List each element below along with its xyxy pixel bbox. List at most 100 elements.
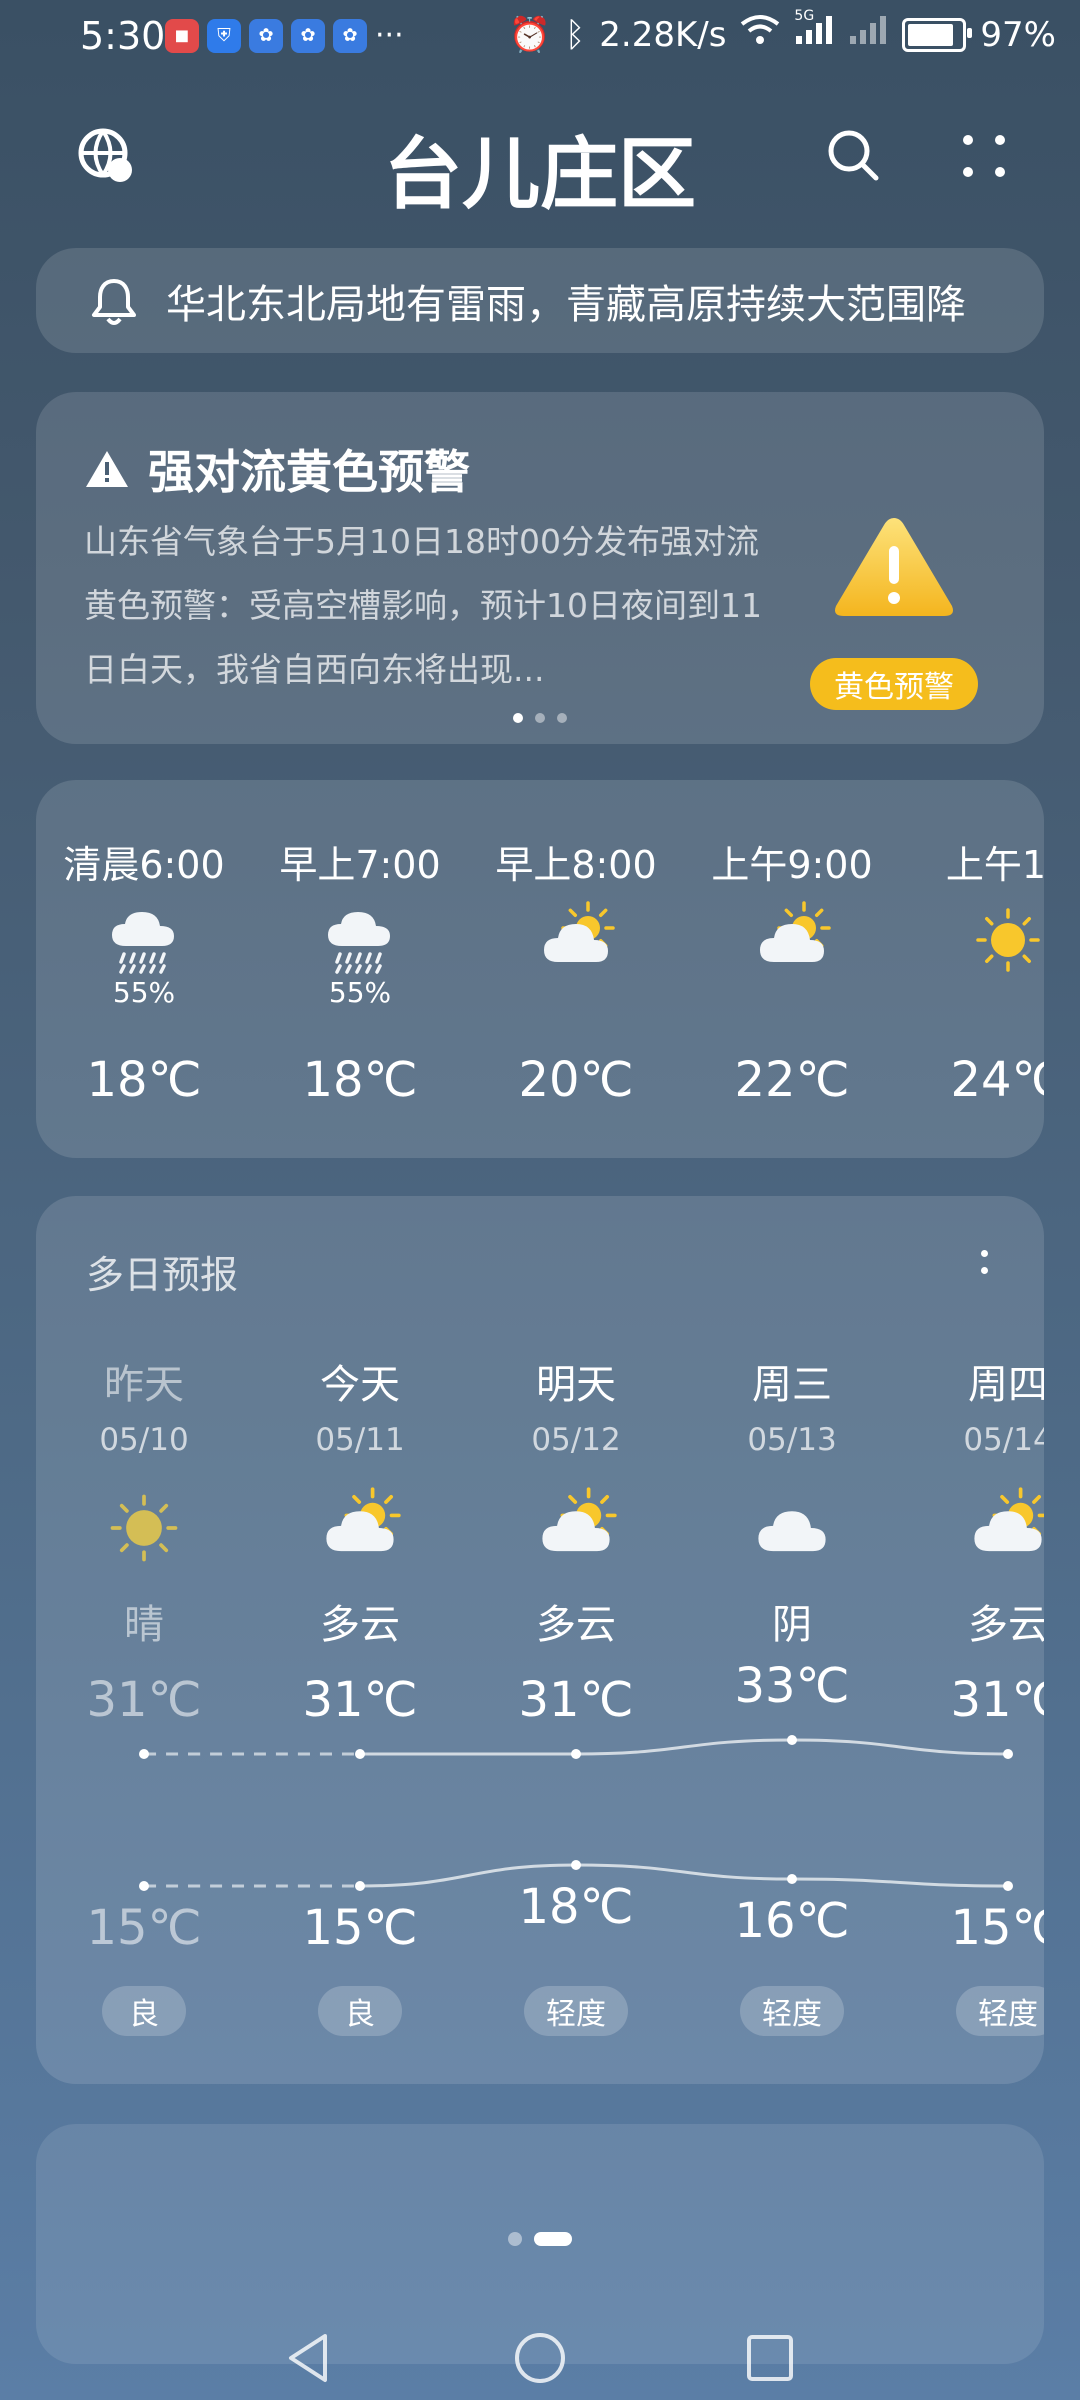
notification-icons: ◼ ⛨ ✿ ✿ ✿ ··· [165, 18, 404, 53]
signal-2-icon [848, 14, 888, 55]
city-title: 台儿庄区 [383, 130, 696, 220]
bluetooth-icon: ᛒ [564, 14, 586, 55]
day-date: 05/13 [747, 1422, 837, 1458]
status-time: 5:30 [80, 14, 166, 58]
warning-icon [86, 451, 128, 487]
baidu-app-icon: ✿ [333, 18, 367, 53]
partly-cloudy-icon [966, 1486, 1044, 1570]
news-text: 华北东北局地有雷雨，青藏高原持续大范围降 [166, 281, 966, 328]
day-name: 明天 [536, 1362, 616, 1408]
back-triangle-icon [289, 2334, 327, 2382]
day-name: 周四 [968, 1362, 1044, 1408]
day-condition: 多云 [320, 1602, 400, 1648]
hourly-time: 早上7:00 [279, 843, 441, 887]
day-date: 05/11 [315, 1422, 405, 1458]
day-condition: 晴 [124, 1602, 164, 1648]
trend-segment [575, 1863, 793, 1881]
day-aqi-badge: 良 [102, 1986, 186, 2036]
system-nav-bar [0, 2300, 1080, 2400]
hourly-time: 上午9:00 [711, 843, 873, 887]
partly-cloudy-icon [536, 900, 616, 980]
search-icon [828, 130, 879, 181]
day-name: 昨天 [104, 1362, 184, 1408]
hourly-time: 上午10 [945, 843, 1044, 887]
alert-page-indicator [36, 708, 1044, 727]
day-high-temp: 31℃ [950, 1672, 1045, 1728]
page-indicator [0, 2228, 1080, 2247]
low-point [787, 1874, 797, 1884]
hourly-temp: 22℃ [734, 1052, 850, 1108]
alert-body: 山东省气象台于5月10日18时00分发布强对流黄色预警：受高空槽影响，预计10日… [84, 522, 762, 689]
high-point [571, 1749, 581, 1759]
day-high-temp: 33℃ [734, 1658, 850, 1714]
partly-cloudy-icon [752, 900, 832, 980]
yellow-warning-icon [835, 518, 953, 616]
cloud-rain-icon [104, 900, 184, 980]
bell-icon [92, 278, 136, 325]
day-high-temp: 31℃ [518, 1672, 634, 1728]
day-high-temp: 31℃ [86, 1672, 202, 1728]
day-date: 05/14 [963, 1422, 1044, 1458]
day-date: 05/10 [99, 1422, 189, 1458]
home-circle-icon [515, 2333, 565, 2383]
high-point [355, 1749, 365, 1759]
high-point [139, 1749, 149, 1759]
day-date: 05/12 [531, 1422, 621, 1458]
battery-icon [902, 17, 973, 52]
shield-app-icon: ⛨ [207, 18, 241, 53]
home-button[interactable] [500, 2318, 580, 2398]
hourly-precip-chance: 55% [112, 976, 176, 1009]
high-point [787, 1735, 797, 1745]
alert-title: 强对流黄色预警 [148, 445, 470, 499]
day-high-temp: 31℃ [302, 1672, 418, 1728]
partly-cloudy-icon [318, 1486, 402, 1570]
day-name: 今天 [320, 1362, 400, 1408]
day-name: 周三 [752, 1362, 832, 1408]
day-low-temp: 15℃ [302, 1900, 418, 1956]
low-point [139, 1881, 149, 1891]
hourly-precip-chance: 55% [328, 976, 392, 1009]
recents-square-icon [747, 2335, 793, 2381]
hourly-time: 早上8:00 [495, 843, 657, 887]
trend-segment [791, 1738, 1009, 1756]
day-condition: 多云 [536, 1602, 616, 1648]
sun-icon [968, 900, 1044, 980]
battery-percent: 97% [980, 14, 1056, 55]
trend-segment [791, 1877, 1009, 1888]
hourly-temp: 18℃ [302, 1052, 418, 1108]
back-button[interactable] [268, 2318, 348, 2398]
top-bar: 台儿庄区 [0, 90, 1080, 230]
status-bar: 5:30 ◼ ⛨ ✿ ✿ ✿ ··· ⏰ ᛒ 2.28K/s 5G 97% [0, 0, 1080, 72]
network-type: 5G [794, 8, 815, 24]
day-low-temp: 18℃ [518, 1879, 634, 1935]
weather-alert-card[interactable]: 强对流黄色预警 山东省气象台于5月10日18时00分发布强对流黄色预警：受高空槽… [36, 392, 1044, 744]
hourly-temp: 24℃ [950, 1052, 1045, 1108]
day-aqi-badge: 轻度 [524, 1986, 628, 2036]
day-condition: 阴 [772, 1602, 812, 1648]
hourly-forecast-card[interactable]: 清晨6:00 55% 18℃ 早上7:00 55% 18℃ 早上8:00 20℃ 上午… [36, 780, 1044, 1158]
recents-button[interactable] [730, 2318, 810, 2398]
cloud-icon [750, 1486, 834, 1570]
sun-icon [102, 1486, 186, 1570]
weather-news-banner[interactable]: 华北东北局地有雷雨，青藏高原持续大范围降 [36, 248, 1044, 353]
more-dots-icon [963, 135, 1005, 177]
more-options-button[interactable] [944, 116, 1024, 196]
daily-forecast-card[interactable]: 多日预报 昨天 05/10 晴 31℃ 15℃ 良今天 05/11 多云 31℃… [36, 1196, 1044, 2084]
day-aqi-badge: 轻度 [740, 1986, 844, 2036]
signal-icon: 5G [794, 8, 834, 55]
hourly-time: 清晨6:00 [63, 843, 225, 887]
more-notifications-icon: ··· [375, 18, 404, 53]
baidu-app-icon: ✿ [249, 18, 283, 53]
day-aqi-badge: 良 [318, 1986, 402, 2036]
partly-cloudy-icon [534, 1486, 618, 1570]
high-point [1003, 1749, 1013, 1759]
day-aqi-badge: 轻度 [956, 1986, 1044, 2036]
baidu-app-icon: ✿ [291, 18, 325, 53]
alert-heading: 强对流黄色预警 [84, 436, 470, 502]
low-point [571, 1860, 581, 1870]
search-button[interactable] [814, 116, 894, 196]
cloud-rain-icon [320, 900, 400, 980]
hourly-temp: 18℃ [86, 1052, 202, 1108]
day-low-temp: 15℃ [86, 1900, 202, 1956]
huawei-app-icon: ◼ [165, 18, 199, 53]
